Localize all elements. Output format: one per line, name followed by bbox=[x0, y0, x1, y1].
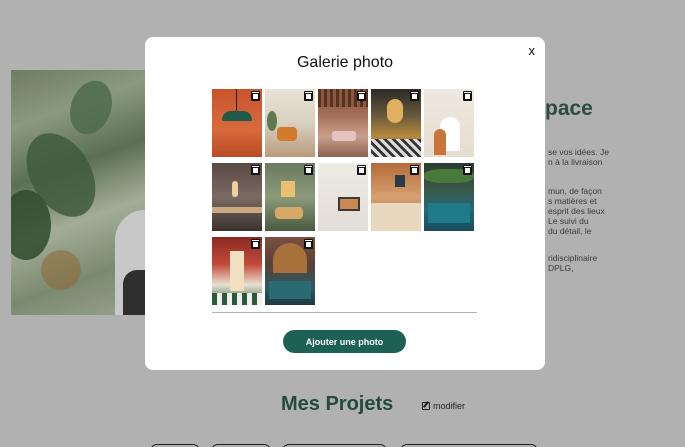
gallery-photo[interactable] bbox=[318, 163, 368, 231]
delete-icon[interactable] bbox=[357, 91, 366, 101]
background-text-line: esprit des lieux bbox=[548, 206, 605, 216]
background-text-line: Le suivi du bbox=[548, 216, 589, 226]
background-text-line: se vos idées. Je bbox=[548, 147, 609, 157]
delete-icon[interactable] bbox=[251, 239, 260, 249]
background-text-line: du détail, le bbox=[548, 226, 592, 236]
delete-icon[interactable] bbox=[463, 91, 472, 101]
gallery-photo[interactable] bbox=[318, 89, 368, 157]
delete-icon[interactable] bbox=[251, 91, 260, 101]
modify-label: modifier bbox=[433, 401, 466, 411]
background-heading: pace bbox=[545, 97, 593, 120]
gallery-photo[interactable] bbox=[265, 163, 315, 231]
edit-icon bbox=[422, 402, 430, 410]
gallery-photo[interactable] bbox=[371, 163, 421, 231]
background-hero-photo bbox=[11, 70, 145, 315]
gallery-photo[interactable] bbox=[424, 163, 474, 231]
background-text-line: s matières et bbox=[548, 196, 597, 206]
modal-title: Galerie photo bbox=[296, 54, 394, 71]
background-text-line: mun, de façon bbox=[548, 186, 602, 196]
divider bbox=[212, 312, 477, 313]
delete-icon[interactable] bbox=[304, 239, 313, 249]
delete-icon[interactable] bbox=[410, 165, 419, 175]
gallery-photo[interactable] bbox=[265, 237, 315, 305]
background-text-line: ridisciplinaire bbox=[548, 253, 598, 263]
gallery-photo[interactable] bbox=[212, 237, 262, 305]
gallery-photo[interactable] bbox=[212, 89, 262, 157]
gallery-photo[interactable] bbox=[265, 89, 315, 157]
delete-icon[interactable] bbox=[304, 91, 313, 101]
background-text-line: DPLG, bbox=[548, 263, 574, 273]
gallery-photo[interactable] bbox=[212, 163, 262, 231]
gallery-photo[interactable] bbox=[424, 89, 474, 157]
add-photo-button[interactable]: Ajouter une photo bbox=[283, 330, 406, 353]
delete-icon[interactable] bbox=[463, 165, 472, 175]
photo-gallery-modal: x Galerie photo Ajouter une photo bbox=[145, 37, 545, 370]
projects-title: Mes Projets bbox=[281, 393, 394, 415]
delete-icon[interactable] bbox=[304, 165, 313, 175]
delete-icon[interactable] bbox=[410, 91, 419, 101]
gallery-photo[interactable] bbox=[371, 89, 421, 157]
delete-icon[interactable] bbox=[357, 165, 366, 175]
modify-link[interactable]: modifier bbox=[422, 401, 465, 411]
background-text-line: n à la livraison bbox=[548, 157, 603, 167]
delete-icon[interactable] bbox=[251, 165, 260, 175]
